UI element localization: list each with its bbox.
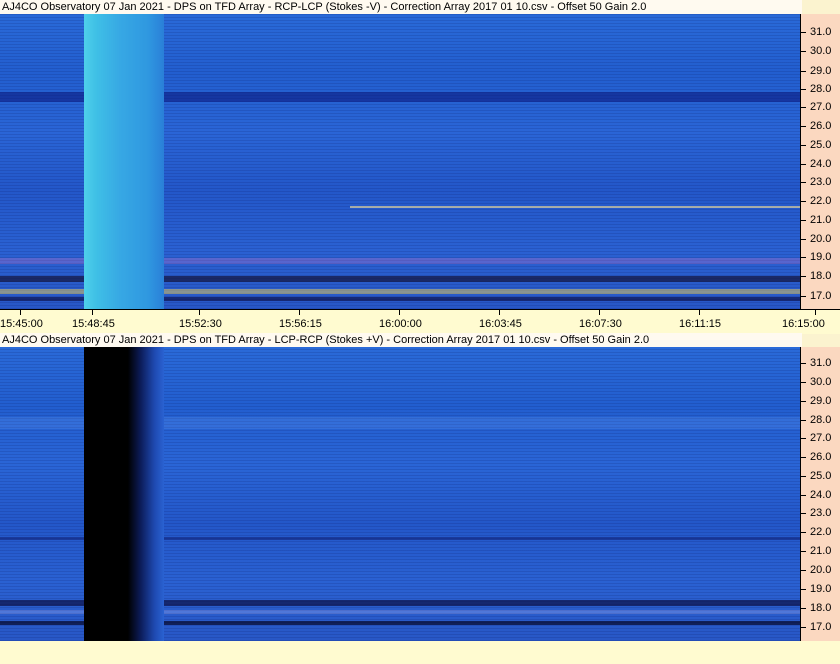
y-tick: 17.0 [801, 289, 840, 303]
y-tick: 24.0 [801, 157, 840, 171]
y-tick: 26.0 [801, 119, 840, 133]
y-tick: 20.0 [801, 232, 840, 246]
narrow-line [350, 206, 800, 208]
top-spectrogram [0, 14, 800, 309]
y-tick: 19.0 [801, 250, 840, 264]
y-tick: 31.0 [801, 25, 840, 39]
y-tick: 24.0 [801, 488, 840, 502]
y-tick: 28.0 [801, 82, 840, 96]
y-tick: 30.0 [801, 44, 840, 58]
top-y-axis: 31.0 30.0 29.0 28.0 27.0 26.0 25.0 24.0 … [800, 14, 840, 309]
x-tick: 16:15:00 [782, 310, 840, 332]
y-tick: 30.0 [801, 375, 840, 389]
y-tick: 17.0 [801, 620, 840, 634]
x-tick: 16:11:15 [679, 310, 721, 332]
y-tick: 19.0 [801, 582, 840, 596]
bottom-panel-title: AJ4CO Observatory 07 Jan 2021 - DPS on T… [0, 333, 802, 347]
radio-burst [84, 347, 164, 641]
y-tick: 26.0 [801, 450, 840, 464]
y-tick: 31.0 [801, 356, 840, 370]
x-tick: 16:00:00 [379, 310, 422, 332]
y-tick: 27.0 [801, 431, 840, 445]
top-panel-title: AJ4CO Observatory 07 Jan 2021 - DPS on T… [0, 0, 802, 14]
time-axis: 15:45:00 15:48:45 15:52:30 15:56:15 16:0… [0, 309, 840, 334]
y-tick: 20.0 [801, 563, 840, 577]
y-tick: 23.0 [801, 175, 840, 189]
y-tick: 25.0 [801, 469, 840, 483]
bottom-strip [0, 641, 840, 664]
y-tick: 18.0 [801, 601, 840, 615]
x-tick: 15:56:15 [279, 310, 322, 332]
y-tick: 29.0 [801, 394, 840, 408]
y-tick: 27.0 [801, 100, 840, 114]
y-tick: 23.0 [801, 506, 840, 520]
y-tick: 21.0 [801, 544, 840, 558]
bottom-spectrogram [0, 347, 800, 641]
y-tick: 21.0 [801, 213, 840, 227]
y-tick: 18.0 [801, 269, 840, 283]
y-tick: 25.0 [801, 138, 840, 152]
x-tick: 16:07:30 [579, 310, 622, 332]
x-tick: 15:45:00 [0, 310, 43, 332]
x-tick: 15:52:30 [179, 310, 222, 332]
x-tick: 15:48:45 [72, 310, 115, 332]
x-tick: 16:03:45 [479, 310, 522, 332]
y-tick: 28.0 [801, 413, 840, 427]
bottom-y-axis: 31.0 30.0 29.0 28.0 27.0 26.0 25.0 24.0 … [800, 347, 840, 641]
y-tick: 29.0 [801, 64, 840, 78]
y-tick: 22.0 [801, 525, 840, 539]
radio-burst [84, 14, 164, 309]
y-tick: 22.0 [801, 194, 840, 208]
